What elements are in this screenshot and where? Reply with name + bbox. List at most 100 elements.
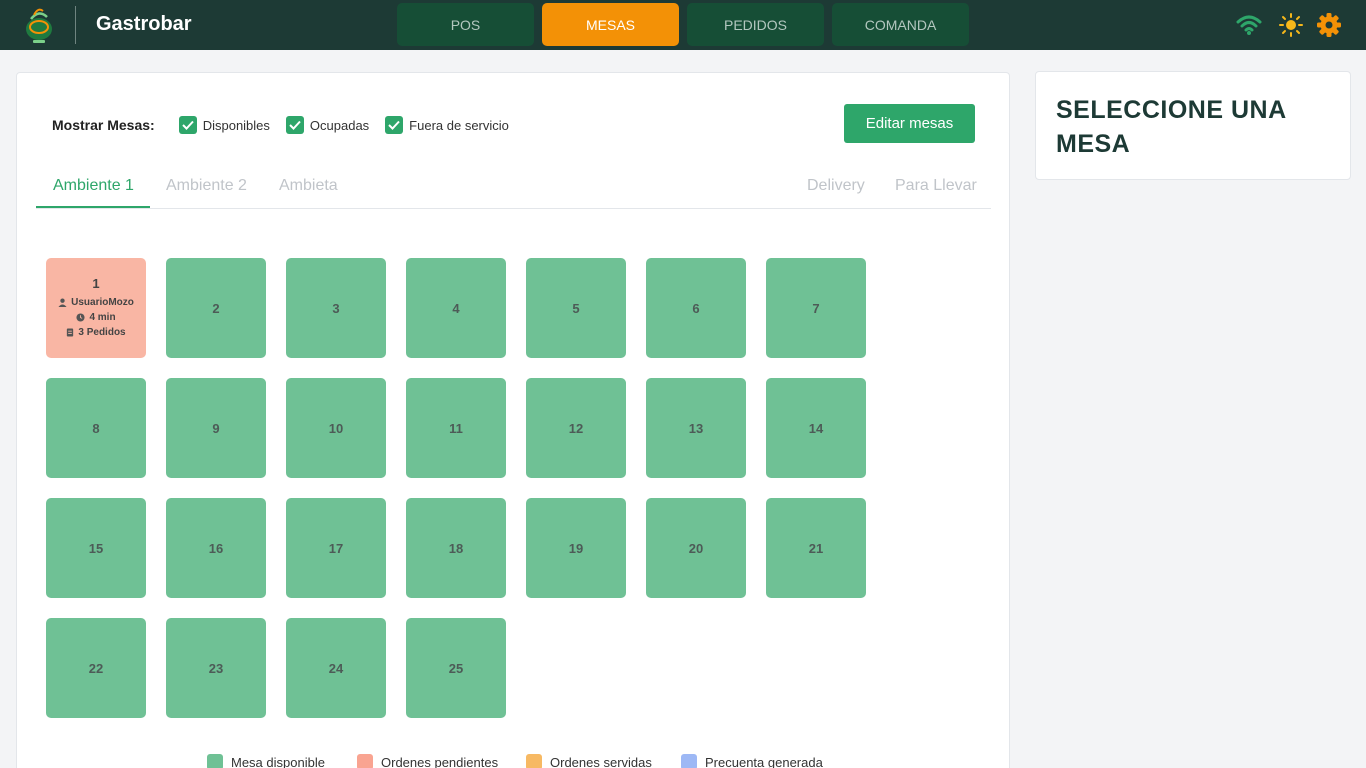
receipt-icon [67, 328, 74, 337]
tab-ambieta[interactable]: Ambieta [279, 177, 338, 195]
table-number: 21 [808, 540, 824, 556]
filter-fuera-servicio-checkbox[interactable]: Fuera de servicio [385, 116, 509, 134]
table-number: 1 [92, 276, 100, 291]
table-card[interactable]: 6 [646, 258, 746, 358]
table-card[interactable]: 14 [766, 378, 866, 478]
nav-pedidos-button[interactable]: PEDIDOS [687, 3, 824, 46]
table-time: 4 min [76, 310, 116, 325]
table-card[interactable]: 1 UsuarioMozo 4 min 3 Pedidos [46, 258, 146, 358]
table-card[interactable]: 23 [166, 618, 266, 718]
table-card[interactable]: 8 [46, 378, 146, 478]
table-card[interactable]: 17 [286, 498, 386, 598]
table-card[interactable]: 24 [286, 618, 386, 718]
table-card[interactable]: 15 [46, 498, 146, 598]
table-card[interactable]: 13 [646, 378, 746, 478]
tab-ambiente-1[interactable]: Ambiente 1 [53, 177, 134, 195]
elapsed-time: 4 min [89, 312, 116, 323]
table-card[interactable]: 2 [166, 258, 266, 358]
table-number: 19 [568, 540, 584, 556]
legend-swatch [357, 754, 373, 768]
brand-divider [75, 6, 76, 44]
table-number: 16 [208, 540, 224, 556]
legend-swatch [681, 754, 697, 768]
active-tab-indicator [36, 206, 150, 208]
table-number: 4 [452, 300, 460, 316]
table-number: 25 [448, 660, 464, 676]
sun-icon[interactable] [1276, 10, 1306, 40]
table-number: 3 [332, 300, 340, 316]
edit-tables-button[interactable]: Editar mesas [844, 104, 975, 143]
table-card[interactable]: 7 [766, 258, 866, 358]
table-number: 5 [572, 300, 580, 316]
table-number: 11 [449, 420, 463, 436]
top-bar: Gastrobar POS MESAS PEDIDOS COMANDA [0, 0, 1366, 50]
gear-icon[interactable] [1314, 10, 1344, 40]
table-card[interactable]: 22 [46, 618, 146, 718]
table-number: 17 [328, 540, 344, 556]
nav-pos-button[interactable]: POS [397, 3, 534, 46]
check-icon [178, 116, 197, 134]
table-card[interactable]: 5 [526, 258, 626, 358]
table-orders: 3 Pedidos [66, 325, 126, 340]
check-icon [385, 116, 404, 134]
legend-item-disponible: Mesa disponible [207, 754, 325, 768]
table-card[interactable]: 12 [526, 378, 626, 478]
filter-ocupadas-checkbox[interactable]: Ocupadas [285, 116, 370, 134]
legend-label: Mesa disponible [231, 754, 325, 768]
tab-ambiente-2[interactable]: Ambiente 2 [166, 177, 247, 195]
tab-para-llevar[interactable]: Para Llevar [895, 177, 977, 195]
table-number: 12 [568, 420, 584, 436]
legend-item-servidas: Ordenes servidas [526, 754, 652, 768]
table-card[interactable]: 21 [766, 498, 866, 598]
table-card[interactable]: 9 [166, 378, 266, 478]
table-card[interactable]: 20 [646, 498, 746, 598]
table-number: 8 [92, 420, 100, 436]
logo-icon [26, 8, 52, 43]
table-card[interactable]: 11 [406, 378, 506, 478]
table-card[interactable]: 16 [166, 498, 266, 598]
table-card[interactable]: 25 [406, 618, 506, 718]
user-icon [58, 298, 67, 307]
table-card[interactable]: 18 [406, 498, 506, 598]
selected-table-panel: SELECCIONE UNA MESA [1035, 71, 1351, 180]
tables-panel: Mostrar Mesas: Disponibles Ocupadas Fuer… [16, 72, 1010, 768]
legend-swatch [207, 754, 223, 768]
table-waiter: UsuarioMozo [58, 295, 134, 310]
legend-label: Ordenes pendientes [381, 754, 499, 768]
table-card[interactable]: 19 [526, 498, 626, 598]
table-number: 6 [692, 300, 700, 316]
table-number: 23 [208, 660, 224, 676]
table-number: 22 [88, 660, 104, 676]
app-title: Gastrobar [96, 13, 192, 35]
tab-delivery[interactable]: Delivery [807, 177, 865, 195]
legend-label: Precuenta generada [705, 754, 823, 768]
legend-item-pendientes: Ordenes pendientes [357, 754, 498, 768]
table-number: 9 [212, 420, 220, 436]
legend-label: Ordenes servidas [550, 754, 652, 768]
filters-label: Mostrar Mesas: [52, 117, 155, 133]
nav-comanda-button[interactable]: COMANDA [832, 3, 969, 46]
check-icon [285, 116, 304, 134]
waiter-name: UsuarioMozo [71, 297, 134, 308]
clock-icon [76, 313, 85, 322]
table-number: 13 [688, 420, 704, 436]
filter-label: Disponibles [202, 117, 270, 133]
table-number: 2 [212, 300, 220, 316]
table-card[interactable]: 4 [406, 258, 506, 358]
filter-disponibles-checkbox[interactable]: Disponibles [178, 116, 270, 134]
legend-item-precuenta: Precuenta generada [681, 754, 823, 768]
table-card[interactable]: 3 [286, 258, 386, 358]
legend-swatch [526, 754, 542, 768]
filter-label: Fuera de servicio [409, 117, 509, 133]
table-filters: Mostrar Mesas: Disponibles Ocupadas Fuer… [52, 115, 525, 135]
wifi-icon[interactable] [1234, 10, 1264, 40]
table-number: 10 [328, 420, 344, 436]
table-card[interactable]: 10 [286, 378, 386, 478]
table-number: 18 [448, 540, 464, 556]
nav-mesas-button[interactable]: MESAS [542, 3, 679, 46]
tabs-divider [36, 208, 991, 209]
table-number: 24 [328, 660, 344, 676]
table-number: 7 [812, 300, 820, 316]
filter-label: Ocupadas [309, 117, 370, 133]
table-number: 20 [688, 540, 704, 556]
